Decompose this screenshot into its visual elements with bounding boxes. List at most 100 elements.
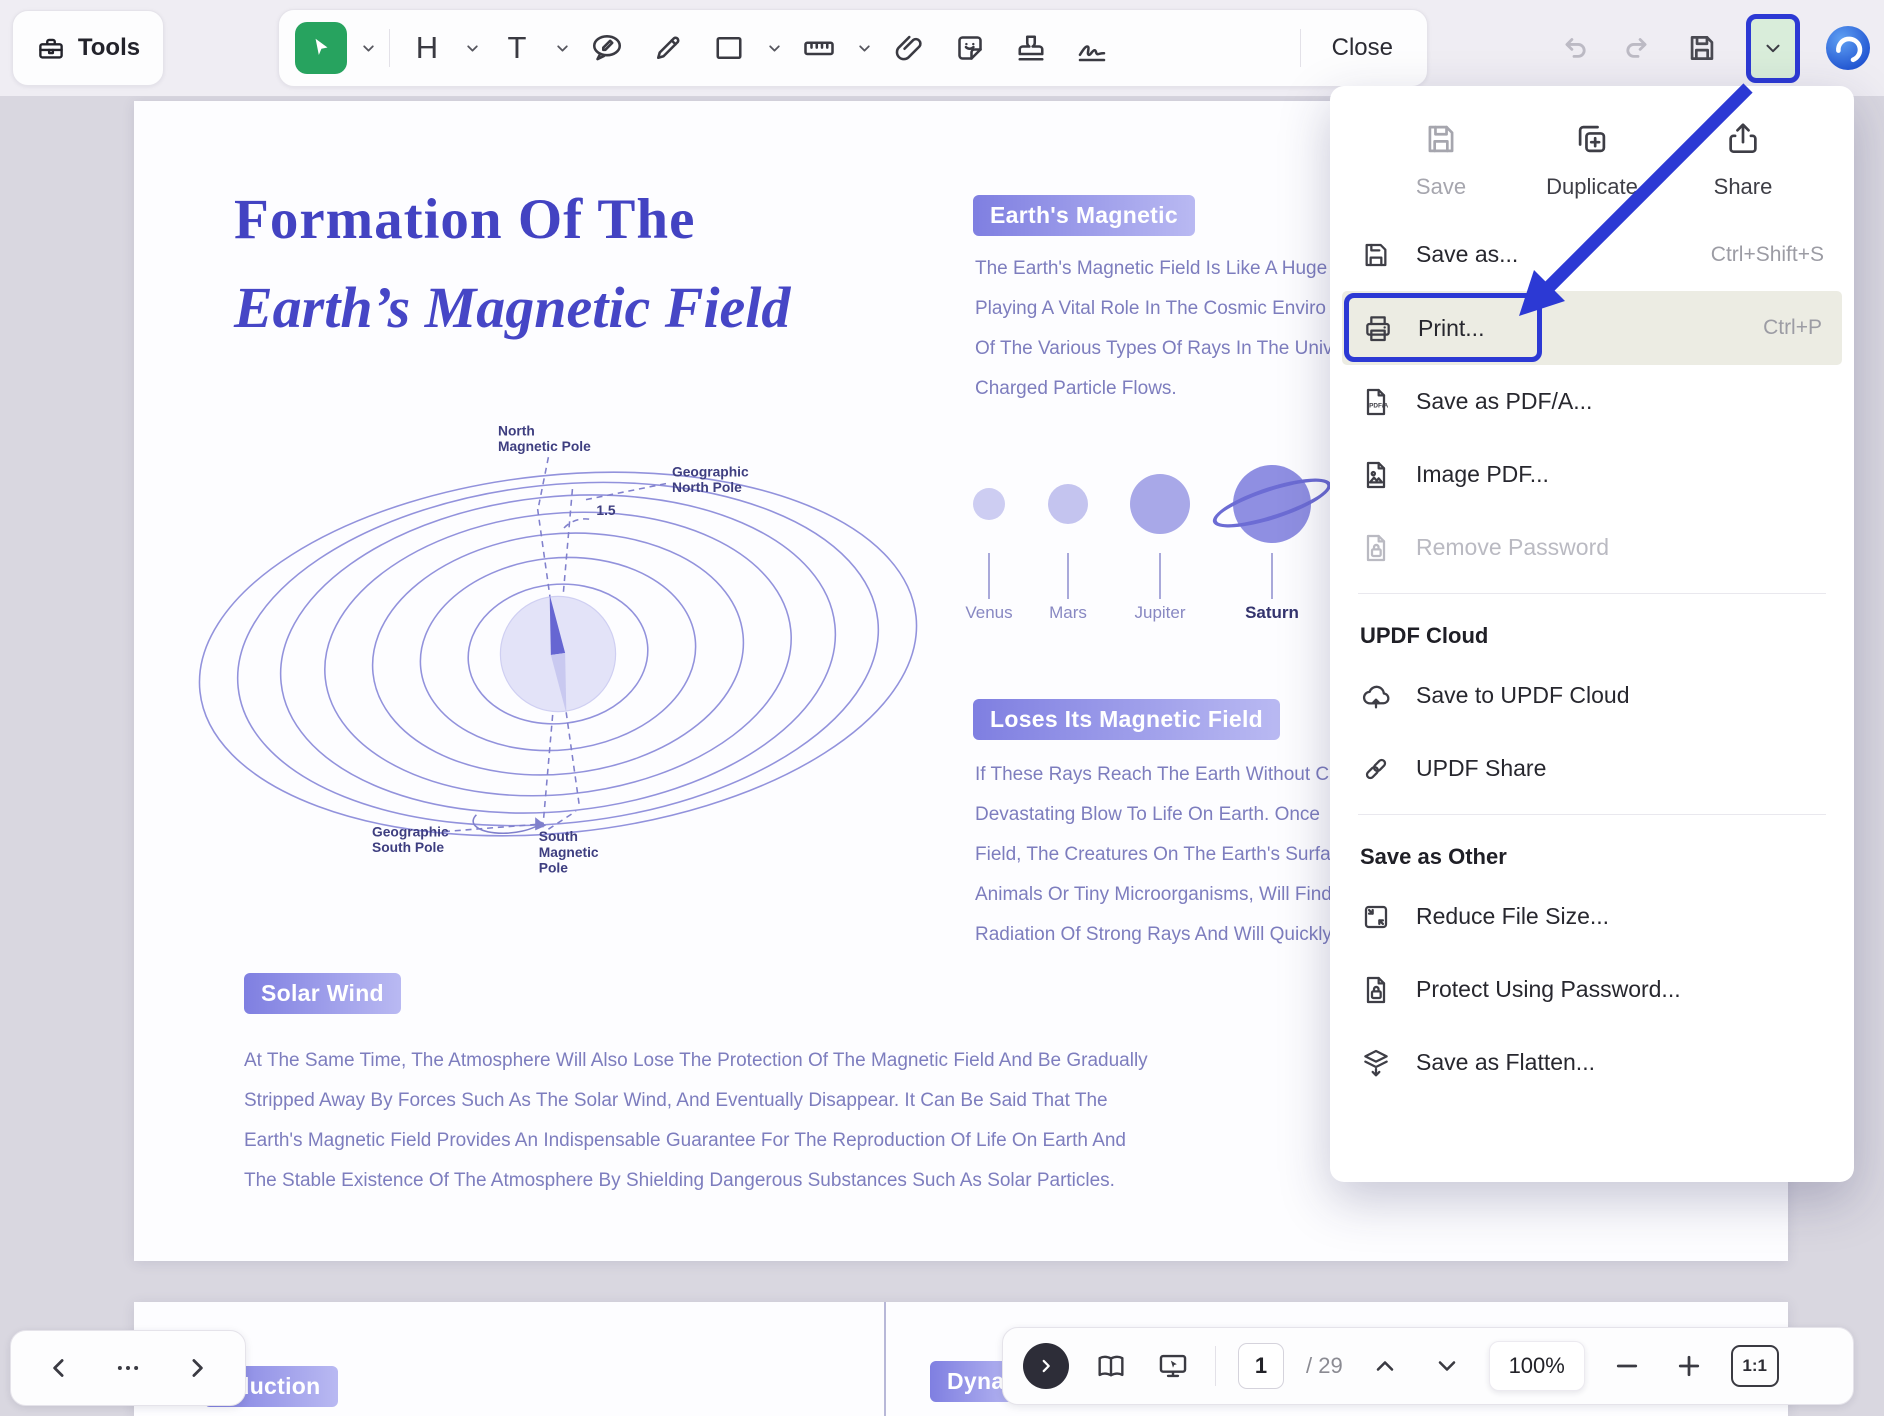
reading-mode-button[interactable]	[1091, 1346, 1131, 1386]
zoom-out-button[interactable]	[1607, 1346, 1647, 1386]
text-icon: T	[508, 30, 527, 66]
svg-text:North Pole: North Pole	[672, 480, 742, 495]
chevron-down-icon[interactable]	[360, 40, 376, 56]
chevron-down-icon[interactable]	[766, 40, 782, 56]
menu-item-save-as[interactable]: Save as... Ctrl+Shift+S	[1330, 218, 1854, 291]
next-page-button[interactable]	[177, 1348, 217, 1388]
plus-icon	[1674, 1351, 1704, 1381]
svg-text:South Pole: South Pole	[372, 840, 444, 855]
title-line-1: Formation Of The	[234, 187, 790, 252]
menu-item-reduce-file-size[interactable]: Reduce File Size...	[1330, 880, 1854, 953]
signature-tool-button[interactable]	[1068, 24, 1116, 72]
stamp-icon	[1013, 30, 1049, 66]
menu-item-image-pdf[interactable]: Image PDF...	[1330, 438, 1854, 511]
zoom-in-button[interactable]	[1669, 1346, 1709, 1386]
attachment-tool-button[interactable]	[885, 24, 933, 72]
save-options-dropdown-button[interactable]	[1746, 14, 1800, 83]
more-options-button[interactable]	[108, 1348, 148, 1388]
pdfa-icon: PDF/A	[1360, 386, 1392, 418]
presentation-mode-button[interactable]	[1153, 1346, 1193, 1386]
redo-icon	[1621, 31, 1655, 65]
editing-tool-panel: H T	[278, 9, 1428, 87]
menu-item-updf-share[interactable]: UPDF Share	[1330, 732, 1854, 805]
paragraph-line: Stripped Away By Forces Such As The Sola…	[244, 1081, 1148, 1121]
menu-item-protect-password[interactable]: Protect Using Password...	[1330, 953, 1854, 1026]
collapse-bar-button[interactable]	[1023, 1343, 1069, 1389]
zoom-level-display[interactable]: 100%	[1489, 1341, 1585, 1391]
toolbar-right-group	[1554, 0, 1872, 96]
menu-item-save-as-flatten[interactable]: Save as Flatten...	[1330, 1026, 1854, 1099]
select-tool-button[interactable]	[295, 22, 347, 74]
sticker-tool-button[interactable]	[946, 24, 994, 72]
save-dropdown-menu: Save Duplicate Share	[1330, 86, 1854, 1182]
menu-item-label: Remove Password	[1416, 534, 1609, 561]
menu-item-shortcut: Ctrl+P	[1763, 316, 1822, 340]
paragraph-line: Of The Various Types Of Rays In The Univ	[975, 329, 1333, 369]
reduce-size-icon	[1360, 901, 1392, 933]
svg-text:PDF/A: PDF/A	[1369, 402, 1389, 409]
chevron-left-icon	[44, 1353, 74, 1383]
menu-item-save-as-pdfa[interactable]: PDF/A Save as PDF/A...	[1330, 365, 1854, 438]
svg-text:Pole: Pole	[539, 860, 568, 875]
tools-button[interactable]: Tools	[12, 10, 164, 86]
image-pdf-icon	[1360, 459, 1392, 491]
menu-action-save[interactable]: Save	[1376, 120, 1506, 200]
chevron-down-icon[interactable]	[554, 40, 570, 56]
share-icon	[1724, 120, 1762, 158]
presenter-icon	[1156, 1349, 1190, 1383]
planet-tick	[1159, 553, 1161, 599]
title-line-2: Earth’s Magnetic Field	[234, 274, 790, 341]
paragraph-line: At The Same Time, The Atmosphere Will Al…	[244, 1041, 1148, 1081]
measure-tool-button[interactable]	[795, 24, 843, 72]
updf-logo[interactable]	[1824, 24, 1872, 72]
updf-app-window: Tools H T	[0, 0, 1884, 1416]
heading-tool-button[interactable]: H	[403, 24, 451, 72]
page-number-input[interactable]: 1	[1238, 1343, 1284, 1389]
menu-item-label: Save to UPDF Cloud	[1416, 682, 1629, 709]
signature-icon	[1074, 30, 1110, 66]
cloud-upload-icon	[1360, 680, 1392, 712]
heading-icon: H	[416, 30, 438, 66]
planet-tick	[988, 553, 990, 599]
close-button[interactable]: Close	[1314, 34, 1411, 62]
toolbox-icon	[36, 33, 66, 63]
menu-action-share[interactable]: Share	[1678, 120, 1808, 200]
menu-item-label: Image PDF...	[1416, 461, 1549, 488]
page-up-button[interactable]	[1365, 1346, 1405, 1386]
chevron-right-icon	[1035, 1355, 1057, 1377]
view-controls-panel: 1 / 29 100% 1:1	[1002, 1327, 1854, 1405]
chevron-down-icon[interactable]	[464, 40, 480, 56]
menu-item-print[interactable]: Print... Ctrl+P	[1342, 291, 1842, 365]
sticker-icon	[952, 30, 988, 66]
remove-password-icon	[1360, 532, 1392, 564]
paragraph-solar: At The Same Time, The Atmosphere Will Al…	[244, 1041, 1148, 1201]
diagram-label-north-magnetic: North	[498, 424, 535, 439]
planet-label: Saturn	[1212, 603, 1332, 623]
page-down-button[interactable]	[1427, 1346, 1467, 1386]
planet-jupiter	[1130, 474, 1190, 534]
menu-item-save-to-cloud[interactable]: Save to UPDF Cloud	[1330, 659, 1854, 732]
prev-page-button[interactable]	[39, 1348, 79, 1388]
undo-button[interactable]	[1554, 28, 1594, 68]
menu-item-remove-password[interactable]: Remove Password	[1330, 511, 1854, 584]
paragraph-line: Charged Particle Flows.	[975, 369, 1333, 409]
menu-action-duplicate[interactable]: Duplicate	[1527, 120, 1657, 200]
chevron-down-icon[interactable]	[856, 40, 872, 56]
paragraph-magnetic: The Earth's Magnetic Field Is Like A Hug…	[975, 249, 1333, 409]
actual-size-button[interactable]: 1:1	[1731, 1345, 1779, 1387]
menu-action-label: Save	[1416, 174, 1466, 200]
comment-icon	[589, 30, 625, 66]
ellipsis-icon	[113, 1353, 143, 1383]
shape-tool-button[interactable]	[705, 24, 753, 72]
text-tool-button[interactable]: T	[493, 24, 541, 72]
minus-icon	[1612, 1351, 1642, 1381]
menu-section-save-as-other: Save as Other	[1330, 824, 1854, 880]
menu-item-label: Protect Using Password...	[1416, 976, 1681, 1003]
comment-tool-button[interactable]	[583, 24, 631, 72]
planet-mars	[1048, 484, 1088, 524]
redo-button[interactable]	[1618, 28, 1658, 68]
paragraph-line: The Stable Existence Of The Atmosphere B…	[244, 1161, 1148, 1201]
stamp-tool-button[interactable]	[1007, 24, 1055, 72]
save-button[interactable]	[1682, 28, 1722, 68]
pen-tool-button[interactable]	[644, 24, 692, 72]
